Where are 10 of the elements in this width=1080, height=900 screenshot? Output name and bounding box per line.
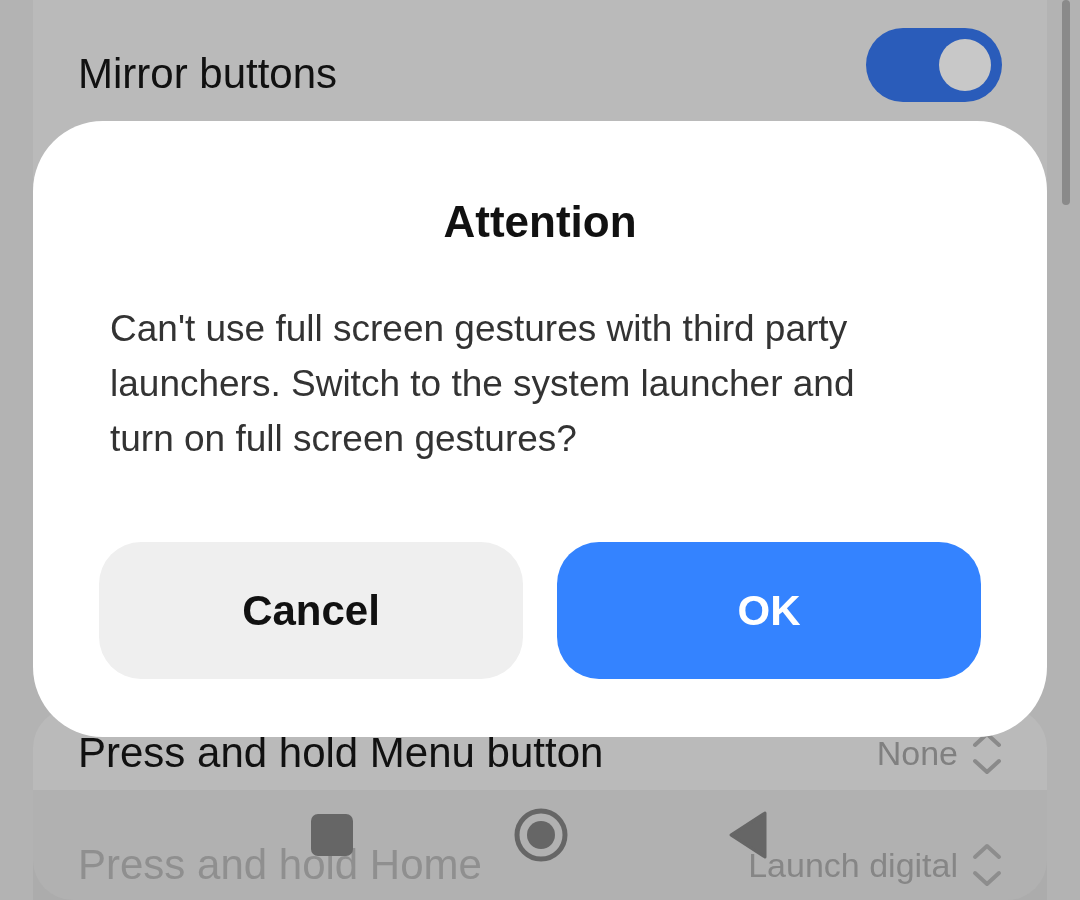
- setting-value: None: [876, 733, 958, 773]
- setting-title: Press and hold Menu button: [78, 729, 604, 777]
- setting-title: Mirror buttons: [78, 50, 338, 98]
- dialog-message: Can't use full screen gestures with third party launchers. Switch to the system launcher and turn on full screen gestures?: [110, 307, 856, 461]
- up-down-chevron-icon: [972, 843, 1002, 887]
- scrollbar[interactable]: [1062, 0, 1070, 205]
- dialog-title: Attention: [442, 196, 638, 248]
- home-icon[interactable]: [513, 807, 569, 863]
- ok-button[interactable]: OK: [557, 542, 981, 679]
- cancel-button[interactable]: Cancel: [99, 542, 523, 679]
